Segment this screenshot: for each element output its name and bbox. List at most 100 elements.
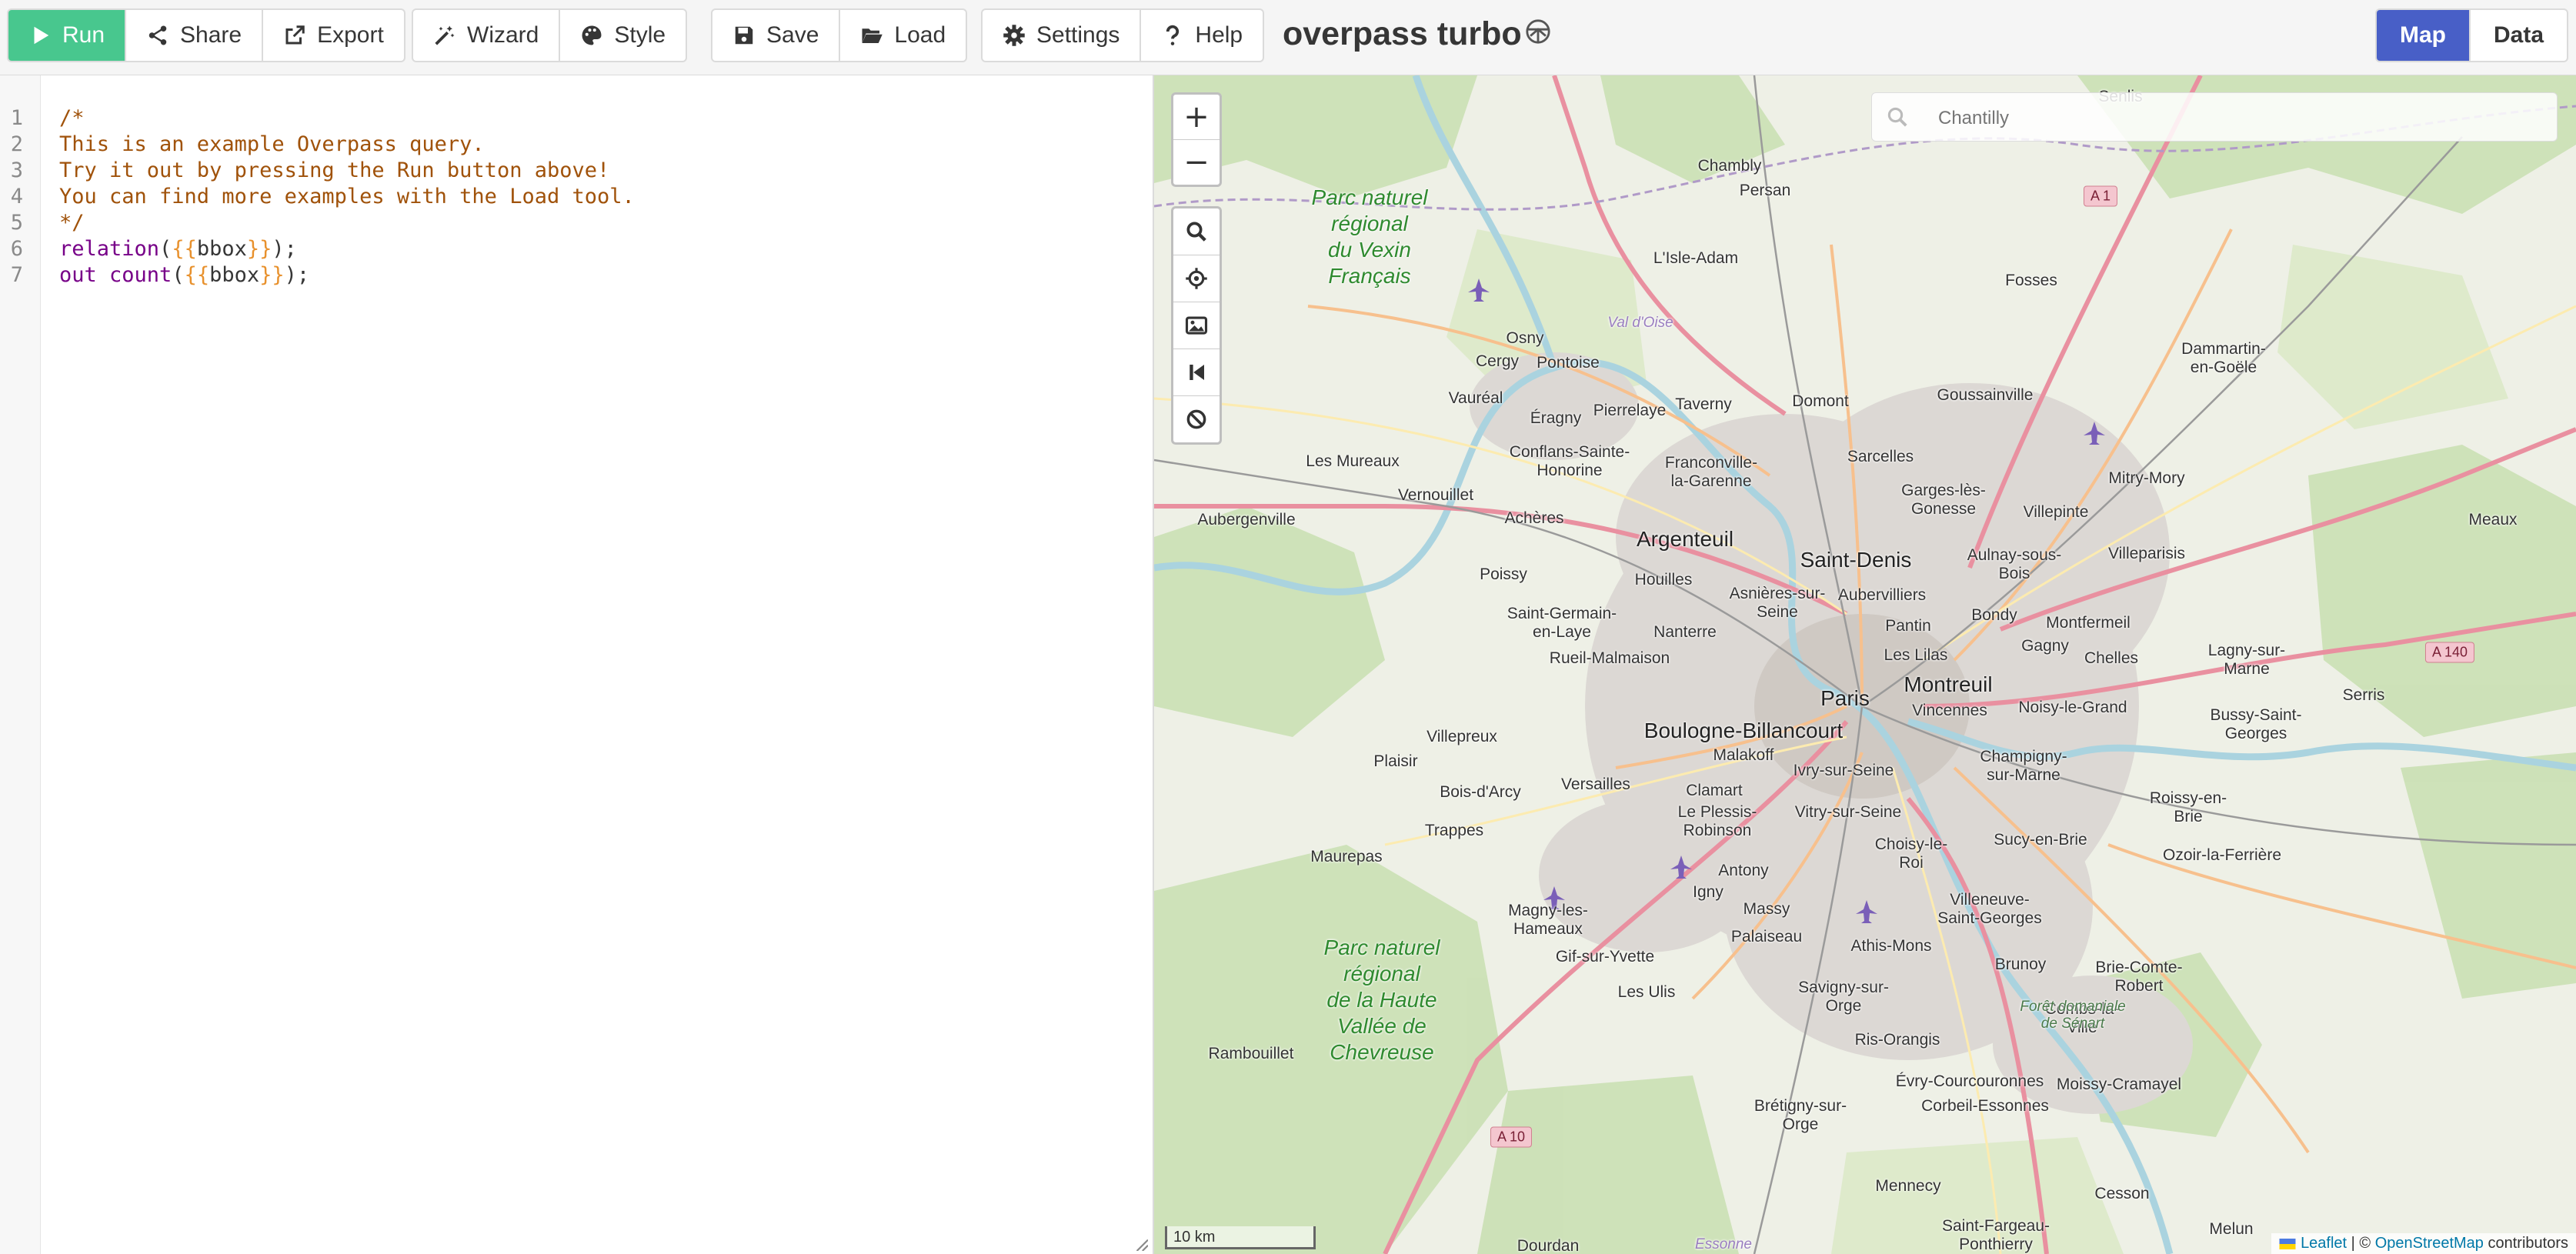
crosshairs-icon — [1186, 268, 1207, 289]
code-line: out count({{bbox}}); — [59, 263, 309, 287]
map-label: Malakoff — [1713, 746, 1774, 764]
code-template-brace: {{ — [184, 263, 210, 287]
zoom-out-button[interactable]: − — [1173, 139, 1220, 185]
folder-open-icon — [860, 24, 883, 47]
map-label: Mitry-Mory — [2108, 469, 2185, 487]
line-number: 3 — [10, 158, 23, 182]
map-label: Sucy-en-Brie — [1994, 831, 2087, 849]
map-label: Fosses — [2005, 272, 2057, 289]
settings-button[interactable]: Settings — [983, 10, 1140, 61]
osm-link[interactable]: OpenStreetMap — [2375, 1235, 2484, 1252]
locate-button[interactable] — [1173, 255, 1220, 302]
map-panel[interactable]: Paris Saint-Denis Argenteuil Montreuil B… — [1154, 75, 2576, 1254]
map-label: Houilles — [1634, 571, 1693, 589]
run-button[interactable]: Run — [8, 10, 125, 61]
image-icon — [1185, 316, 1208, 335]
wizard-button[interactable]: Wizard — [413, 10, 559, 61]
resize-handle-icon[interactable] — [1134, 1237, 1148, 1251]
road-shield: A 10 — [1490, 1126, 1533, 1148]
style-button[interactable]: Style — [559, 10, 686, 61]
question-icon — [1161, 24, 1184, 47]
forest-label: Forêt domaniale de Sénart — [2020, 999, 2126, 1032]
line-number: 7 — [10, 263, 23, 287]
load-button[interactable]: Load — [839, 10, 966, 61]
settings-label: Settings — [1036, 22, 1120, 48]
park-label: Parc naturel régional de la Haute Vallée… — [1323, 935, 1440, 1064]
map-label: Maurepas — [1310, 848, 1383, 865]
map-label: Villepinte — [2023, 503, 2089, 521]
share-button[interactable]: Share — [125, 10, 262, 61]
map-label: Ozoir-la-Ferrière — [2162, 846, 2282, 864]
map-label: Nanterre — [1653, 623, 1717, 641]
map-label: Clamart — [1686, 782, 1743, 799]
leaflet-link[interactable]: Leaflet — [2301, 1235, 2347, 1252]
code-template-brace: {{ — [172, 237, 197, 261]
code-keyword: relation — [59, 237, 160, 261]
code-punctuation: ( — [159, 237, 172, 261]
map-label: Boulogne-Billancourt — [1643, 719, 1844, 742]
map-label: Chelles — [2084, 649, 2139, 667]
region-label: Essonne — [1695, 1236, 1752, 1252]
share-label: Share — [180, 22, 242, 48]
map-label: Garges-lès- Gonesse — [1901, 482, 1986, 518]
clear-data-button[interactable] — [1173, 395, 1220, 442]
map-label: Paris — [1820, 686, 1870, 710]
code-line: /* — [59, 106, 85, 130]
run-button-group: Run Share Export — [7, 8, 405, 62]
map-label: Brétigny-sur- Orge — [1753, 1097, 1847, 1133]
ukraine-flag-icon — [2279, 1238, 2296, 1249]
export-button[interactable]: Export — [262, 10, 404, 61]
map-label: Dourdan — [1517, 1237, 1580, 1254]
map-label: Gagny — [2021, 637, 2069, 655]
map-label: Cergy — [1475, 352, 1520, 370]
export-label: Export — [317, 22, 384, 48]
map-label: Corbeil-Essonnes — [1921, 1097, 2049, 1115]
map-label: Conflans-Sainte- Honorine — [1509, 443, 1630, 479]
query-editor[interactable]: 1 2 3 4 5 6 7 /* This is an example Over… — [0, 75, 1154, 1254]
map-label: Villepreux — [1426, 728, 1497, 745]
map-label: Roissy-en- Brie — [2149, 789, 2227, 825]
map-label: Pierrelaye — [1593, 402, 1667, 419]
data-view-button[interactable]: Data — [2469, 10, 2567, 61]
map-search-box — [1871, 92, 2558, 142]
go-to-data-button[interactable] — [1173, 349, 1220, 395]
gear-icon — [1003, 24, 1026, 47]
zoom-in-button[interactable]: + — [1173, 95, 1220, 139]
share-icon — [146, 24, 169, 47]
map-label: Savigny-sur- Orge — [1798, 979, 1889, 1015]
view-toggle: Map Data — [2375, 8, 2569, 62]
map-label: Aubervilliers — [1837, 586, 1927, 604]
attribution-suffix: contributors — [2483, 1235, 2568, 1252]
export-image-button[interactable] — [1173, 302, 1220, 349]
load-label: Load — [894, 22, 946, 48]
map-label: Montreuil — [1904, 672, 1993, 696]
map-label: Argenteuil — [1636, 527, 1734, 551]
map-label: Rueil-Malmaison — [1549, 649, 1670, 667]
map-label: Massy — [1743, 900, 1790, 918]
map-label: Igny — [1693, 883, 1723, 901]
code-keyword: out count — [59, 263, 172, 287]
map-search-input[interactable] — [1937, 102, 2540, 135]
map-label: Montfermeil — [2046, 614, 2131, 632]
map-scale: 10 km — [1165, 1226, 1316, 1249]
map-label: Mennecy — [1875, 1177, 1941, 1195]
map-label: Moissy-Cramayel — [2056, 1076, 2182, 1093]
map-tools-control — [1171, 206, 1222, 445]
code-punctuation: ); — [272, 237, 297, 261]
save-button-group: Save Load — [711, 8, 968, 62]
map-label: Poissy — [1480, 565, 1527, 583]
palette-icon — [580, 24, 603, 47]
save-button[interactable]: Save — [712, 10, 839, 61]
code-line: relation({{bbox}}); — [59, 237, 297, 261]
toolbar: Run Share Export Wizard Style Save Load — [0, 0, 2576, 75]
map-view-button[interactable]: Map — [2377, 10, 2469, 61]
map-label: Les Lilas — [1884, 646, 1948, 664]
map-label: Asnières-sur- Seine — [1729, 585, 1826, 621]
code-line: */ — [59, 211, 85, 235]
search-location-button[interactable] — [1173, 208, 1220, 255]
map-label: Dammartin- en-Goële — [2181, 340, 2266, 376]
help-button[interactable]: Help — [1140, 10, 1263, 61]
map-label: Goussainville — [1937, 386, 2034, 404]
map-label: Brie-Comte- Robert — [2095, 959, 2183, 995]
map-label: Choisy-le- Roi — [1874, 835, 1948, 872]
